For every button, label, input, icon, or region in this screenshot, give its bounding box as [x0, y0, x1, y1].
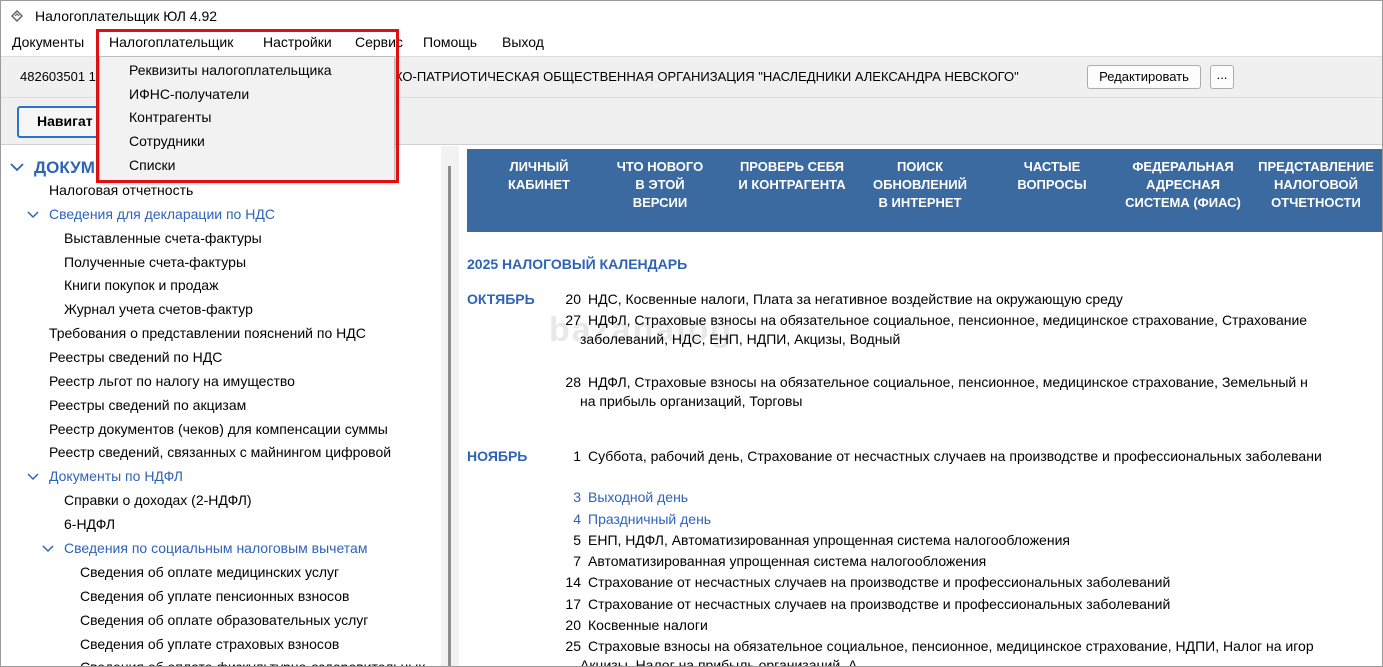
splitter-bar[interactable]	[448, 166, 451, 666]
chevron-down-icon[interactable]	[41, 544, 55, 554]
tree-item-insurance-contributions[interactable]: Сведения об уплате страховых взносов	[80, 636, 339, 652]
menu-exit[interactable]: Выход	[500, 34, 546, 50]
menu-documents[interactable]: Документы	[10, 34, 86, 50]
panel-splitter[interactable]	[441, 146, 459, 666]
navigation-tree: ДОКУМ Налоговая отчетность Сведения для …	[1, 146, 431, 666]
event-text: Автоматизированная упрощенная система на…	[588, 553, 987, 569]
tree-item-property-tax-benefits[interactable]: Реестр льгот по налогу на имущество	[49, 373, 295, 389]
month-november: НОЯБРЬ	[467, 448, 528, 464]
menu-item-taxpayer-details[interactable]: Реквизиты налогоплательщика	[129, 62, 332, 78]
chevron-down-icon[interactable]	[26, 210, 40, 220]
taxpayer-org-name: КО-ПАТРИОТИЧЕСКАЯ ОБЩЕСТВЕННАЯ ОРГАНИЗАЦ…	[395, 69, 1019, 84]
tree-item-invoice-journal[interactable]: Журнал учета счетов-фактур	[64, 301, 253, 317]
tree-item-education-services[interactable]: Сведения об оплате образовательных услуг	[80, 612, 368, 628]
tree-item-vat-declaration[interactable]: Сведения для декларации по НДС	[49, 206, 275, 222]
content-panel: ЛИЧНЫЙ КАБИНЕТ ЧТО НОВОГО В ЭТОЙ ВЕРСИИ …	[459, 146, 1382, 667]
tree-root-documents[interactable]: ДОКУМ	[34, 158, 95, 178]
tree-item-receipts-register[interactable]: Реестр документов (чеков) для компенсаци…	[49, 421, 401, 437]
banner-fias[interactable]: ФЕДЕРАЛЬНАЯ АДРЕСНАЯ СИСТЕМА (ФИАС)	[1115, 158, 1251, 212]
event-text: Страхование от несчастных случаев на про…	[588, 596, 1171, 612]
tree-item-vat-requirements[interactable]: Требования о представлении пояснений по …	[49, 325, 366, 341]
event-text: Страховые взносы на обязательное социаль…	[588, 638, 1314, 654]
navigator-button-label: Навигат	[37, 113, 93, 129]
event-text: Суббота, рабочий день, Страхование от не…	[588, 448, 1322, 464]
banner-tax-reporting[interactable]: ПРЕДСТАВЛЕНИЕ НАЛОГОВОЙ ОТЧЕТНОСТИ	[1250, 158, 1382, 212]
event-text: Косвенные налоги	[588, 617, 708, 633]
event-text: Страхование от несчастных случаев на про…	[588, 574, 1171, 590]
tree-item-fitness-services[interactable]: Сведения об оплате физкультурно-оздорови…	[80, 659, 425, 666]
tree-item-2-ndfl[interactable]: Справки о доходах (2-НДФЛ)	[64, 492, 252, 508]
tree-item-ndfl-documents[interactable]: Документы по НДФЛ	[49, 468, 183, 484]
event-text: Праздничный день	[588, 511, 712, 527]
tree-item-6-ndfl[interactable]: 6-НДФЛ	[64, 516, 115, 532]
menu-taxpayer[interactable]: Налогоплательщик	[107, 34, 235, 50]
more-button[interactable]: ...	[1210, 65, 1234, 89]
quick-links-banner: ЛИЧНЫЙ КАБИНЕТ ЧТО НОВОГО В ЭТОЙ ВЕРСИИ …	[467, 149, 1382, 232]
menu-settings[interactable]: Настройки	[261, 34, 334, 50]
event-text-continued: на прибыль организаций, Торговы	[580, 393, 803, 409]
banner-personal-account[interactable]: ЛИЧНЫЙ КАБИНЕТ	[479, 158, 599, 194]
edit-button[interactable]: Редактировать	[1087, 65, 1201, 89]
menu-item-lists[interactable]: Списки	[129, 157, 175, 173]
calendar-title: 2025 НАЛОГОВЫЙ КАЛЕНДАРЬ	[467, 256, 688, 272]
tree-item-received-invoices[interactable]: Полученные счета-фактуры	[64, 254, 246, 270]
menu-item-employees[interactable]: Сотрудники	[129, 133, 205, 149]
month-october: ОКТЯБРЬ	[467, 291, 535, 307]
app-window: Налогоплательщик ЮЛ 4.92 Документы Налог…	[0, 0, 1383, 667]
tree-item-vat-registers[interactable]: Реестры сведений по НДС	[49, 349, 222, 365]
tree-item-medical-services[interactable]: Сведения об оплате медицинских услуг	[80, 564, 339, 580]
event-text: НДФЛ, Страховые взносы на обязательное с…	[588, 312, 1308, 328]
tree-item-social-deductions[interactable]: Сведения по социальным налоговым вычетам	[64, 540, 367, 556]
taxpayer-menu-dropdown: Реквизиты налогоплательщика ИФНС-получат…	[99, 56, 395, 182]
event-text-continued: Акцизы, Налог на прибыль организаций, А	[580, 657, 858, 667]
chevron-down-icon[interactable]	[26, 472, 40, 482]
event-text-continued: заболеваний, НДС, ЕНП, НДПИ, Акцизы, Вод…	[580, 331, 901, 347]
banner-faq[interactable]: ЧАСТЫЕ ВОПРОСЫ	[992, 158, 1112, 194]
chevron-down-icon[interactable]	[10, 162, 24, 172]
tree-item-tax-reporting[interactable]: Налоговая отчетность	[49, 182, 193, 198]
tree-item-purchase-sales-books[interactable]: Книги покупок и продаж	[64, 277, 218, 293]
banner-check-yourself[interactable]: ПРОВЕРЬ СЕБЯ И КОНТРАГЕНТА	[728, 158, 856, 194]
menu-help[interactable]: Помощь	[421, 34, 479, 50]
tree-item-issued-invoices[interactable]: Выставленные счета-фактуры	[64, 230, 262, 246]
window-title: Налогоплательщик ЮЛ 4.92	[35, 8, 218, 24]
menu-item-counterparties[interactable]: Контрагенты	[129, 109, 211, 125]
menu-item-ifns-recipients[interactable]: ИФНС-получатели	[129, 86, 249, 102]
menu-bar: Документы Налогоплательщик Настройки Сер…	[1, 31, 1382, 55]
taxpayer-inn: 482603501 1	[20, 69, 96, 84]
tree-item-excise-registers[interactable]: Реестры сведений по акцизам	[49, 397, 246, 413]
event-text: НДФЛ, Страховые взносы на обязательное с…	[588, 374, 1308, 390]
tree-item-mining-register[interactable]: Реестр сведений, связанных с майнингом ц…	[49, 444, 401, 460]
banner-whats-new[interactable]: ЧТО НОВОГО В ЭТОЙ ВЕРСИИ	[600, 158, 720, 212]
title-bar: Налогоплательщик ЮЛ 4.92	[1, 1, 1382, 31]
event-text: НДС, Косвенные налоги, Плата за негативн…	[588, 291, 1123, 307]
event-text: Выходной день	[588, 489, 689, 505]
app-icon	[10, 9, 24, 23]
banner-search-updates[interactable]: ПОИСК ОБНОВЛЕНИЙ В ИНТЕРНЕТ	[858, 158, 982, 212]
menu-service[interactable]: Сервис	[353, 34, 405, 50]
event-text: ЕНП, НДФЛ, Автоматизированная упрощенная…	[588, 532, 1070, 548]
tree-item-pension-contributions[interactable]: Сведения об уплате пенсионных взносов	[80, 588, 349, 604]
